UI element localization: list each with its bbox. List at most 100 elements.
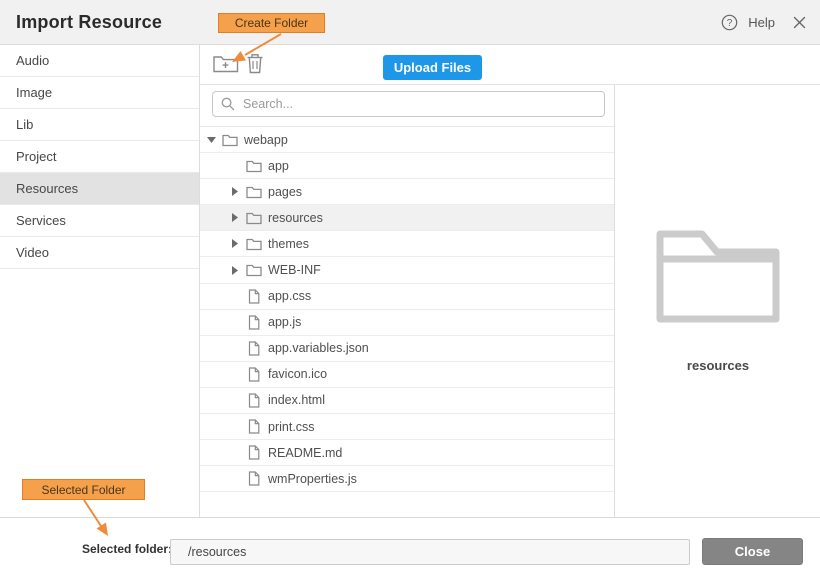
search-icon [221,97,235,116]
tree-row-app[interactable]: app [200,153,614,179]
caret-slot[interactable] [228,213,242,222]
node-icon [222,133,238,147]
tree-row-app.variables.json[interactable]: app.variables.json [200,336,614,362]
sidebar-item-audio[interactable]: Audio [0,45,199,77]
tree-node-label: pages [268,185,302,199]
sidebar-item-project[interactable]: Project [0,141,199,173]
help-label[interactable]: Help [748,15,775,30]
caret-slot[interactable] [204,137,218,143]
tree-node-label: app.css [268,289,311,303]
tree-node-label: app.variables.json [268,341,369,355]
selected-folder-label: Selected folder: [82,542,172,556]
folder-icon [246,237,262,251]
tree-node-label: webapp [244,133,288,147]
node-icon [246,315,262,330]
tree-row-web-inf[interactable]: WEB-INF [200,257,614,283]
upload-files-button[interactable]: Upload Files [383,55,482,80]
folder-icon [246,159,262,173]
footer-bar: Selected folder: Close [0,517,820,581]
file-icon [248,289,260,304]
tree-node-label: README.md [268,446,342,460]
caret-slot[interactable] [228,266,242,275]
category-sidebar: Audio Image Lib Project Resources Servic… [0,45,200,517]
sidebar-item-lib[interactable]: Lib [0,109,199,141]
node-icon [246,445,262,460]
sidebar-item-label: Video [16,245,49,260]
tree-row-themes[interactable]: themes [200,231,614,257]
caret-right-icon [232,239,238,248]
tree-row-webapp[interactable]: webapp [200,127,614,153]
sidebar-item-label: Services [16,213,66,228]
help-icon[interactable]: ? [721,14,738,31]
tree-node-label: resources [268,211,323,225]
tree-row-pages[interactable]: pages [200,179,614,205]
node-icon [246,393,262,408]
file-tree-panel: webapp app [200,85,615,517]
node-icon [246,237,262,251]
folder-icon [246,263,262,277]
svg-text:?: ? [727,18,733,29]
node-icon [246,289,262,304]
caret-right-icon [232,187,238,196]
caret-down-icon [207,137,216,143]
sidebar-item-services[interactable]: Services [0,205,199,237]
file-icon [248,445,260,460]
sidebar-item-video[interactable]: Video [0,237,199,269]
selection-preview-panel: resources [616,85,820,517]
node-icon [246,471,262,486]
node-icon [246,367,262,382]
file-icon [248,419,260,434]
dialog-header: Import Resource ? Help [0,0,820,45]
sidebar-item-label: Image [16,85,52,100]
file-icon [248,315,260,330]
create-folder-icon[interactable] [213,54,239,79]
search-input[interactable] [212,91,605,117]
caret-right-icon [232,213,238,222]
tree-row-readme.md[interactable]: README.md [200,440,614,466]
close-icon[interactable] [793,16,806,29]
toolbar: Upload Files [200,45,820,85]
caret-right-icon [232,266,238,275]
node-icon [246,419,262,434]
caret-slot[interactable] [228,239,242,248]
tree-node-label: WEB-INF [268,263,321,277]
delete-icon[interactable] [246,53,264,79]
preview-folder-name: resources [616,358,820,373]
folder-icon [246,185,262,199]
search-box [212,91,605,117]
node-icon [246,341,262,356]
sidebar-item-label: Resources [16,181,78,196]
tree-row-resources[interactable]: resources [200,205,614,231]
tree-row-wmproperties.js[interactable]: wmProperties.js [200,466,614,492]
file-icon [248,393,260,408]
tree-node-label: index.html [268,393,325,407]
node-icon [246,211,262,225]
tree-row-index.html[interactable]: index.html [200,388,614,414]
tree-row-app.css[interactable]: app.css [200,284,614,310]
selected-folder-input[interactable] [170,539,690,565]
node-icon [246,185,262,199]
file-icon [248,367,260,382]
node-icon [246,159,262,173]
tree-row-favicon.ico[interactable]: favicon.ico [200,362,614,388]
large-folder-icon [656,228,780,328]
sidebar-item-label: Audio [16,53,49,68]
sidebar-item-resources[interactable]: Resources [0,173,199,205]
file-icon [248,471,260,486]
sidebar-item-image[interactable]: Image [0,77,199,109]
file-tree: webapp app [200,126,614,492]
file-icon [248,341,260,356]
tree-node-label: favicon.ico [268,367,327,381]
tree-row-app.js[interactable]: app.js [200,310,614,336]
create-folder-annotation: Create Folder [218,13,325,33]
folder-icon [222,133,238,147]
selected-folder-annotation: Selected Folder [22,479,145,500]
tree-node-label: print.css [268,420,315,434]
sidebar-item-label: Lib [16,117,33,132]
tree-row-print.css[interactable]: print.css [200,414,614,440]
node-icon [246,263,262,277]
import-resource-dialog: Import Resource ? Help Create Folder Sel… [0,0,820,581]
caret-slot[interactable] [228,187,242,196]
page-title: Import Resource [16,12,162,33]
close-button[interactable]: Close [702,538,803,565]
